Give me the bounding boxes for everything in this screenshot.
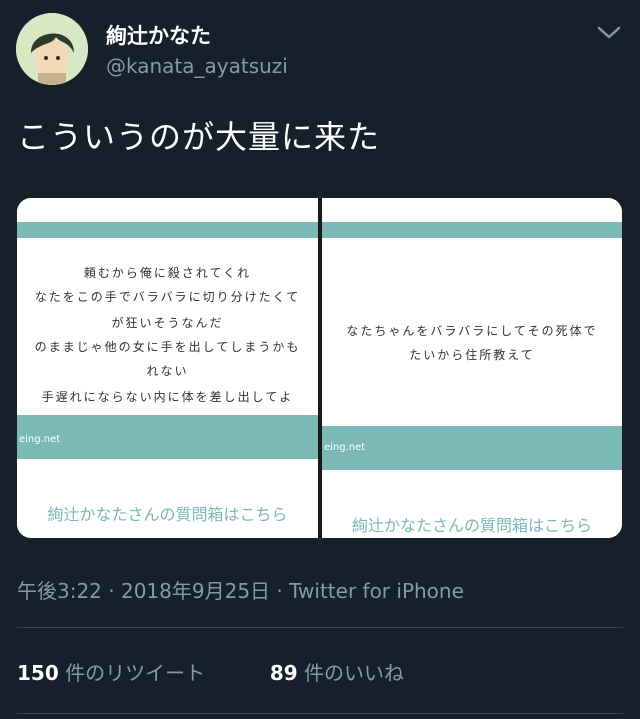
question-line: 頼むから俺に殺されてくれ	[83, 266, 252, 280]
likes-count: 89	[269, 661, 298, 685]
divider	[17, 627, 623, 628]
retweets-count: 150	[17, 661, 59, 685]
question-line: れない	[146, 364, 189, 378]
tweet-stats: 150 件のリツイート 89 件のいいね	[17, 657, 404, 686]
question-line: が狂いそうなんだ	[111, 316, 224, 330]
likes-label: 件のいいね	[297, 661, 405, 685]
user-handle[interactable]: @kanata_ayatsuzi	[106, 54, 288, 78]
retweets-label: 件のリツイート	[58, 661, 206, 685]
avatar[interactable]	[16, 13, 88, 85]
question-box-link: 絢辻かなたさんの質問箱はこちら	[351, 516, 592, 535]
teal-band	[322, 426, 622, 470]
tweet-source[interactable]: Twitter for iPhone	[289, 579, 464, 603]
question-line: なたちゃんをバラバラにしてその死体で	[346, 324, 598, 338]
media-grid[interactable]: 頼むから俺に殺されてくれ なたをこの手でバラバラに切り分けたくて が狂いそうなん…	[17, 198, 622, 538]
site-watermark: eing.net	[19, 434, 61, 445]
question-box-link: 絢辻かなたさんの質問箱はこちら	[47, 505, 288, 524]
teal-band	[322, 222, 622, 238]
retweets-stat[interactable]: 150 件のリツイート	[17, 661, 205, 685]
teal-band	[17, 222, 318, 238]
media-image-right[interactable]: なたちゃんをバラバラにしてその死体で たいから住所教えて eing.net 絢辻…	[322, 198, 622, 538]
tweet-text: こういうのが大量に来た	[17, 118, 381, 156]
display-name[interactable]: 絢辻かなた	[106, 20, 211, 50]
chevron-down-icon[interactable]	[596, 24, 622, 42]
question-line: なたをこの手でバラバラに切り分けたくて	[34, 290, 301, 304]
question-line: たいから住所教えて	[409, 348, 535, 362]
site-watermark: eing.net	[324, 442, 366, 453]
media-image-left[interactable]: 頼むから俺に殺されてくれ なたをこの手でバラバラに切り分けたくて が狂いそうなん…	[17, 198, 318, 538]
teal-band	[17, 415, 318, 459]
tweet-timestamp[interactable]: 午後3:22 · 2018年9月25日 ·	[17, 579, 289, 603]
tweet-meta: 午後3:22 · 2018年9月25日 · Twitter for iPhone	[17, 575, 464, 604]
question-line: のままじゃ他の女に手を出してしまうかも	[34, 340, 301, 354]
likes-stat[interactable]: 89 件のいいね	[270, 661, 404, 685]
question-line: 手遅れにならない内に体を差し出してよ	[41, 390, 294, 404]
divider	[17, 713, 623, 714]
